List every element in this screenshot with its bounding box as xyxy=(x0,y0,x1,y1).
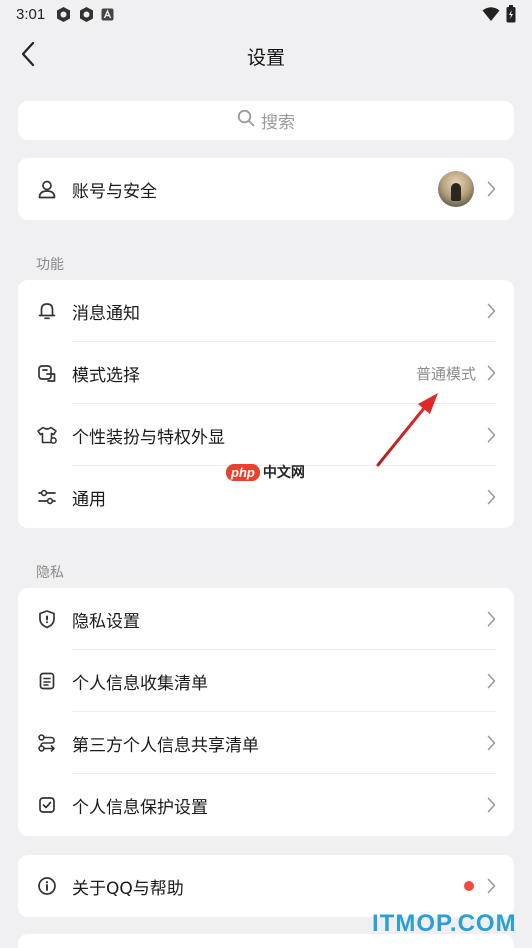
row-third-party-sharing[interactable]: 第三方个人信息共享清单 xyxy=(18,712,514,774)
row-personalization[interactable]: 个性装扮与特权外显 xyxy=(18,404,514,466)
features-card: 消息通知 模式选择 普通模式 个性装扮与特权外显 通用 xyxy=(18,280,514,528)
wifi-icon xyxy=(482,6,500,26)
notification-dot xyxy=(464,881,474,891)
chevron-right-icon xyxy=(484,302,498,320)
row-label: 个人信息收集清单 xyxy=(72,673,208,694)
row-label: 隐私设置 xyxy=(72,611,140,632)
chevron-right-icon xyxy=(484,488,498,506)
row-label: 通用 xyxy=(72,489,106,510)
chevron-right-icon xyxy=(484,796,498,814)
app-badge-icon xyxy=(55,6,72,23)
chevron-right-icon xyxy=(484,877,498,895)
tshirt-icon xyxy=(36,424,58,446)
chevron-left-icon xyxy=(20,41,36,71)
row-label: 个性装扮与特权外显 xyxy=(72,427,225,448)
battery-icon xyxy=(506,5,516,27)
row-personal-info-list[interactable]: 个人信息收集清单 xyxy=(18,650,514,712)
row-label: 关于QQ与帮助 xyxy=(72,878,184,899)
info-icon xyxy=(36,875,58,897)
site-watermark: ITMOP.COM xyxy=(372,910,517,937)
checkbox-icon xyxy=(36,794,58,816)
row-label: 个人信息保护设置 xyxy=(72,797,208,818)
row-label: 第三方个人信息共享清单 xyxy=(72,735,259,756)
mode-value: 普通模式 xyxy=(415,364,476,383)
row-info-protection[interactable]: 个人信息保护设置 xyxy=(18,774,514,836)
search-placeholder: 搜索 xyxy=(261,113,295,133)
row-privacy-settings[interactable]: 隐私设置 xyxy=(18,588,514,650)
php-badge: php xyxy=(226,463,260,481)
avatar xyxy=(438,171,474,207)
chevron-right-icon xyxy=(484,426,498,444)
status-time: 3:01 xyxy=(16,5,46,23)
row-mode-select[interactable]: 模式选择 普通模式 xyxy=(18,342,514,404)
row-label: 模式选择 xyxy=(72,365,140,386)
about-card: 关于QQ与帮助 xyxy=(18,855,514,917)
row-label: 消息通知 xyxy=(72,303,140,324)
bell-icon xyxy=(36,300,58,322)
a-box-icon xyxy=(101,8,114,21)
section-label-features: 功能 xyxy=(36,257,64,273)
php-watermark-text: 中文网 xyxy=(262,465,305,481)
share-flow-icon xyxy=(36,732,58,754)
user-icon xyxy=(36,178,58,200)
php-watermark: php 中文网 xyxy=(226,462,305,482)
privacy-card: 隐私设置 个人信息收集清单 第三方个人信息共享清单 个人信息保护设置 xyxy=(18,588,514,836)
page-title: 设置 xyxy=(246,46,285,69)
section-label-privacy: 隐私 xyxy=(36,565,64,581)
chevron-right-icon xyxy=(484,180,498,198)
search-input[interactable]: 搜索 xyxy=(18,101,514,140)
search-icon xyxy=(237,109,255,132)
document-list-icon xyxy=(36,670,58,692)
chevron-right-icon xyxy=(484,364,498,382)
nav-bar: 设置 xyxy=(0,30,532,82)
mode-select-icon xyxy=(36,362,58,384)
status-bar: 3:01 xyxy=(0,0,532,28)
sliders-icon xyxy=(36,486,58,508)
chevron-right-icon xyxy=(484,610,498,628)
shield-icon xyxy=(36,608,58,630)
account-card: 账号与安全 xyxy=(18,158,514,220)
row-about-help[interactable]: 关于QQ与帮助 xyxy=(18,855,514,917)
account-security-label: 账号与安全 xyxy=(72,181,157,202)
account-security-row[interactable]: 账号与安全 xyxy=(18,158,514,220)
app-badge-icon xyxy=(78,6,95,23)
chevron-right-icon xyxy=(484,734,498,752)
back-button[interactable] xyxy=(12,40,44,72)
chevron-right-icon xyxy=(484,672,498,690)
row-notifications[interactable]: 消息通知 xyxy=(18,280,514,342)
